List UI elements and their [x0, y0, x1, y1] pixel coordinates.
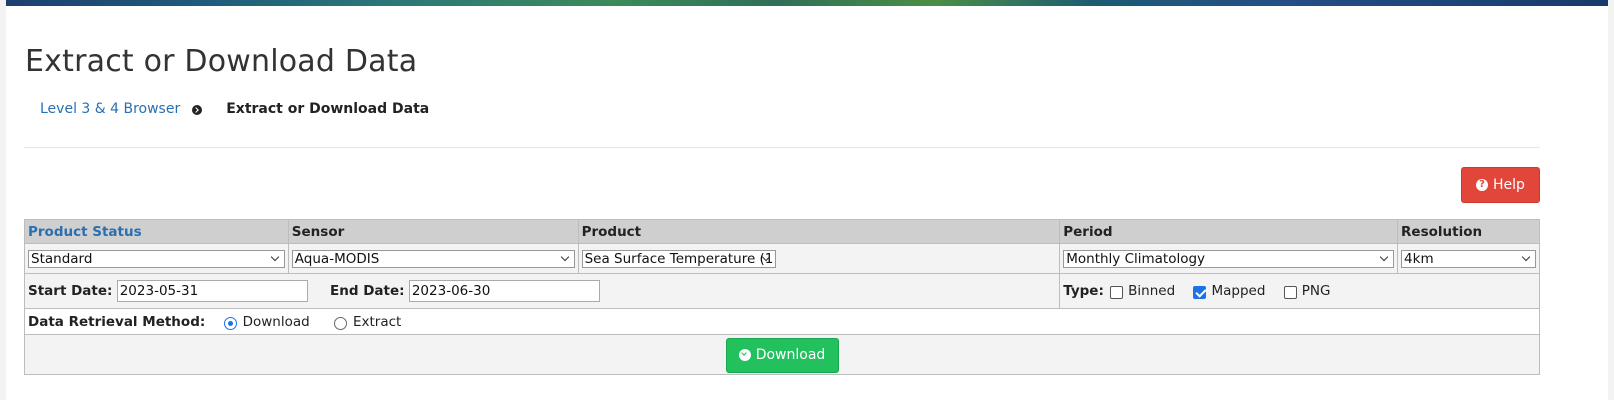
breadcrumb-link-level-browser[interactable]: Level 3 & 4 Browser — [40, 101, 180, 117]
binned-label: Binned — [1128, 283, 1176, 299]
breadcrumb-current: Extract or Download Data — [226, 101, 430, 117]
date-cell: Start Date: 2023-05-31 End Date: 2023-06… — [23, 273, 1061, 309]
product-cell: Sea Surface Temperature (11 µ — [577, 243, 1061, 274]
end-date-input[interactable]: 2023-06-30 — [408, 280, 600, 302]
type-label: Type: — [1063, 283, 1104, 299]
page: Extract or Download Data Level 3 & 4 Bro… — [6, 0, 1608, 400]
download-circle-icon — [738, 349, 751, 361]
product-status-select[interactable]: Standard — [28, 249, 285, 268]
retrieval-cell: Data Retrieval Method: Download Extract — [24, 308, 1540, 335]
form-method-row: Data Retrieval Method: Download Extract — [24, 308, 1540, 335]
resolution-cell: 4km — [1397, 243, 1540, 274]
end-date-label: End Date: — [330, 283, 405, 299]
chevron-right-circle-icon — [192, 105, 203, 115]
sensor-select[interactable]: Aqua-MODIS — [291, 249, 575, 268]
form-date-row: Start Date: 2023-05-31 End Date: 2023-06… — [23, 273, 1540, 309]
help-button[interactable]: ? Help — [1461, 167, 1540, 203]
extract-radio-label: Extract — [352, 313, 402, 330]
product-status-header-label: Product Status — [28, 223, 142, 240]
extract-radio[interactable] — [333, 317, 347, 330]
header-banner-image — [6, 0, 1608, 6]
retrieval-method-label: Data Retrieval Method: — [28, 313, 206, 330]
help-button-label: Help — [1493, 177, 1525, 193]
period-cell: Monthly Climatology — [1059, 243, 1399, 274]
resolution-header: Resolution — [1397, 219, 1540, 244]
binned-checkbox[interactable] — [1110, 285, 1124, 299]
download-radio-label: Download — [242, 313, 310, 330]
form-select-row: Standard Aqua-MODIS Sea Surface Temperat… — [24, 243, 1540, 274]
sensor-header: Sensor — [287, 219, 579, 244]
divider — [24, 147, 1540, 148]
product-status-header[interactable]: Product Status — [24, 219, 289, 244]
download-button-label: Download — [755, 347, 826, 363]
type-cell: Type: Binned Mapped PNG — [1059, 273, 1540, 309]
data-selection-form: Product Status Sensor Product Period Res… — [23, 219, 1540, 375]
page-title: Extract or Download Data — [25, 44, 418, 79]
product-status-cell: Standard — [24, 243, 289, 274]
product-header: Product — [577, 219, 1061, 244]
product-select[interactable]: Sea Surface Temperature (11 µ — [581, 249, 776, 268]
mapped-label: Mapped — [1211, 283, 1266, 299]
start-date-label: Start Date: — [28, 283, 113, 299]
png-checkbox[interactable] — [1283, 285, 1297, 299]
start-date-input[interactable]: 2023-05-31 — [116, 280, 308, 302]
download-radio[interactable] — [223, 317, 237, 330]
mapped-checkbox[interactable] — [1193, 285, 1207, 299]
download-cell: Download — [24, 334, 1540, 375]
period-header: Period — [1059, 219, 1399, 244]
png-label: PNG — [1301, 283, 1331, 299]
form-header-row: Product Status Sensor Product Period Res… — [24, 219, 1540, 244]
breadcrumb: Level 3 & 4 Browser Extract or Download … — [40, 101, 429, 117]
form-submit-row: Download — [24, 334, 1540, 375]
period-select[interactable]: Monthly Climatology — [1063, 249, 1395, 268]
sensor-cell: Aqua-MODIS — [287, 243, 579, 274]
resolution-select[interactable]: 4km — [1401, 249, 1536, 268]
download-button[interactable]: Download — [725, 337, 839, 373]
question-circle-icon: ? — [1476, 179, 1489, 191]
